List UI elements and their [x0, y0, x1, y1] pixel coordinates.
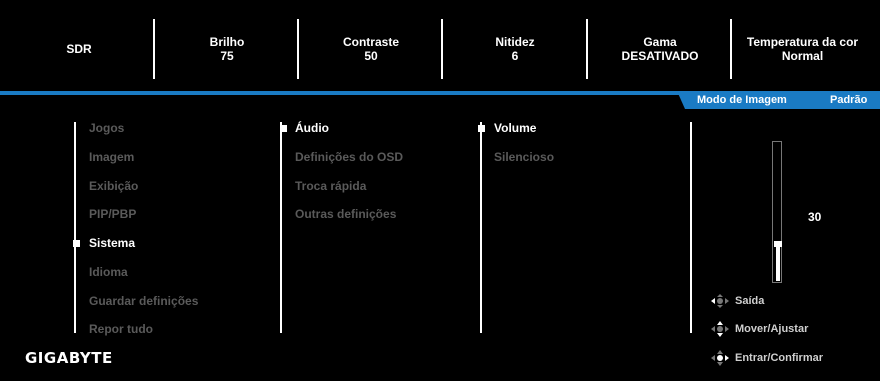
status-value: Normal [781, 48, 824, 63]
menu-item-sistema[interactable]: Sistema [89, 236, 135, 250]
selection-marker [280, 125, 287, 132]
submenu-item-audio[interactable]: Áudio [295, 121, 329, 135]
status-label: SDR [66, 41, 92, 56]
menu-item-exibicao[interactable]: Exibição [89, 179, 138, 193]
joystick-press-icon [711, 350, 729, 366]
option-volume[interactable]: Volume [494, 121, 536, 135]
brand-logo: GIGABYTE [25, 349, 113, 367]
status-gamma: Gama DESATIVADO [590, 15, 730, 82]
osd-menu: SDR Brilho 75 Contraste 50 Nitidez 6 Gam… [0, 0, 880, 381]
hint-label: Mover/Ajustar [735, 323, 809, 335]
status-sharpness: Nitidez 6 [445, 15, 585, 82]
status-divider [586, 19, 588, 79]
column-line [480, 122, 482, 333]
joystick-updown-icon [711, 321, 729, 337]
status-brightness: Brilho 75 [157, 15, 297, 82]
hint-label: Saída [735, 295, 765, 307]
volume-slider-thumb[interactable] [774, 240, 782, 247]
status-divider [153, 19, 155, 79]
hint-enter-confirm: Entrar/Confirmar [709, 349, 823, 367]
submenu-item-outras[interactable]: Outras definições [295, 207, 396, 221]
status-label: Temperatura da cor [746, 34, 859, 49]
menu-item-jogos[interactable]: Jogos [89, 121, 124, 135]
status-divider [730, 19, 732, 79]
volume-slider-fill [776, 243, 780, 281]
menu-item-idioma[interactable]: Idioma [89, 265, 128, 279]
submenu-item-osd[interactable]: Definições do OSD [295, 150, 403, 164]
status-bar: SDR Brilho 75 Contraste 50 Nitidez 6 Gam… [9, 15, 871, 82]
status-sdr: SDR [9, 15, 149, 82]
status-value: 75 [220, 48, 234, 63]
status-divider [297, 19, 299, 79]
volume-value: 30 [808, 210, 822, 224]
option-silencioso[interactable]: Silencioso [494, 150, 554, 164]
status-label: Brilho [209, 34, 245, 49]
status-divider [441, 19, 443, 79]
submenu-item-troca[interactable]: Troca rápida [295, 179, 366, 193]
status-label: Contraste [342, 34, 399, 49]
selection-marker [478, 125, 485, 132]
selection-marker [73, 240, 80, 247]
column-line [690, 122, 692, 333]
status-value: 50 [364, 48, 378, 63]
status-value: DESATIVADO [621, 48, 699, 63]
hint-label: Entrar/Confirmar [735, 352, 824, 364]
status-label: Nitidez [495, 34, 535, 49]
column-line [280, 122, 282, 333]
picture-mode-value: Padrão [830, 94, 868, 106]
menu-item-pip-pbp[interactable]: PIP/PBP [89, 207, 136, 221]
menu-item-repor[interactable]: Repor tudo [89, 322, 153, 336]
status-label: Gama [643, 34, 677, 49]
menu-item-guardar[interactable]: Guardar definições [89, 294, 198, 308]
column-line [74, 122, 76, 333]
status-color-temp: Temperatura da cor Normal [734, 15, 871, 82]
menu-item-imagem[interactable]: Imagem [89, 150, 134, 164]
status-contrast: Contraste 50 [301, 15, 441, 82]
status-value: 6 [511, 48, 519, 63]
hint-exit: Saída [709, 292, 764, 310]
joystick-left-icon [711, 294, 729, 308]
picture-mode-label: Modo de Imagem [697, 94, 787, 106]
hint-move-adjust: Mover/Ajustar [709, 320, 808, 338]
